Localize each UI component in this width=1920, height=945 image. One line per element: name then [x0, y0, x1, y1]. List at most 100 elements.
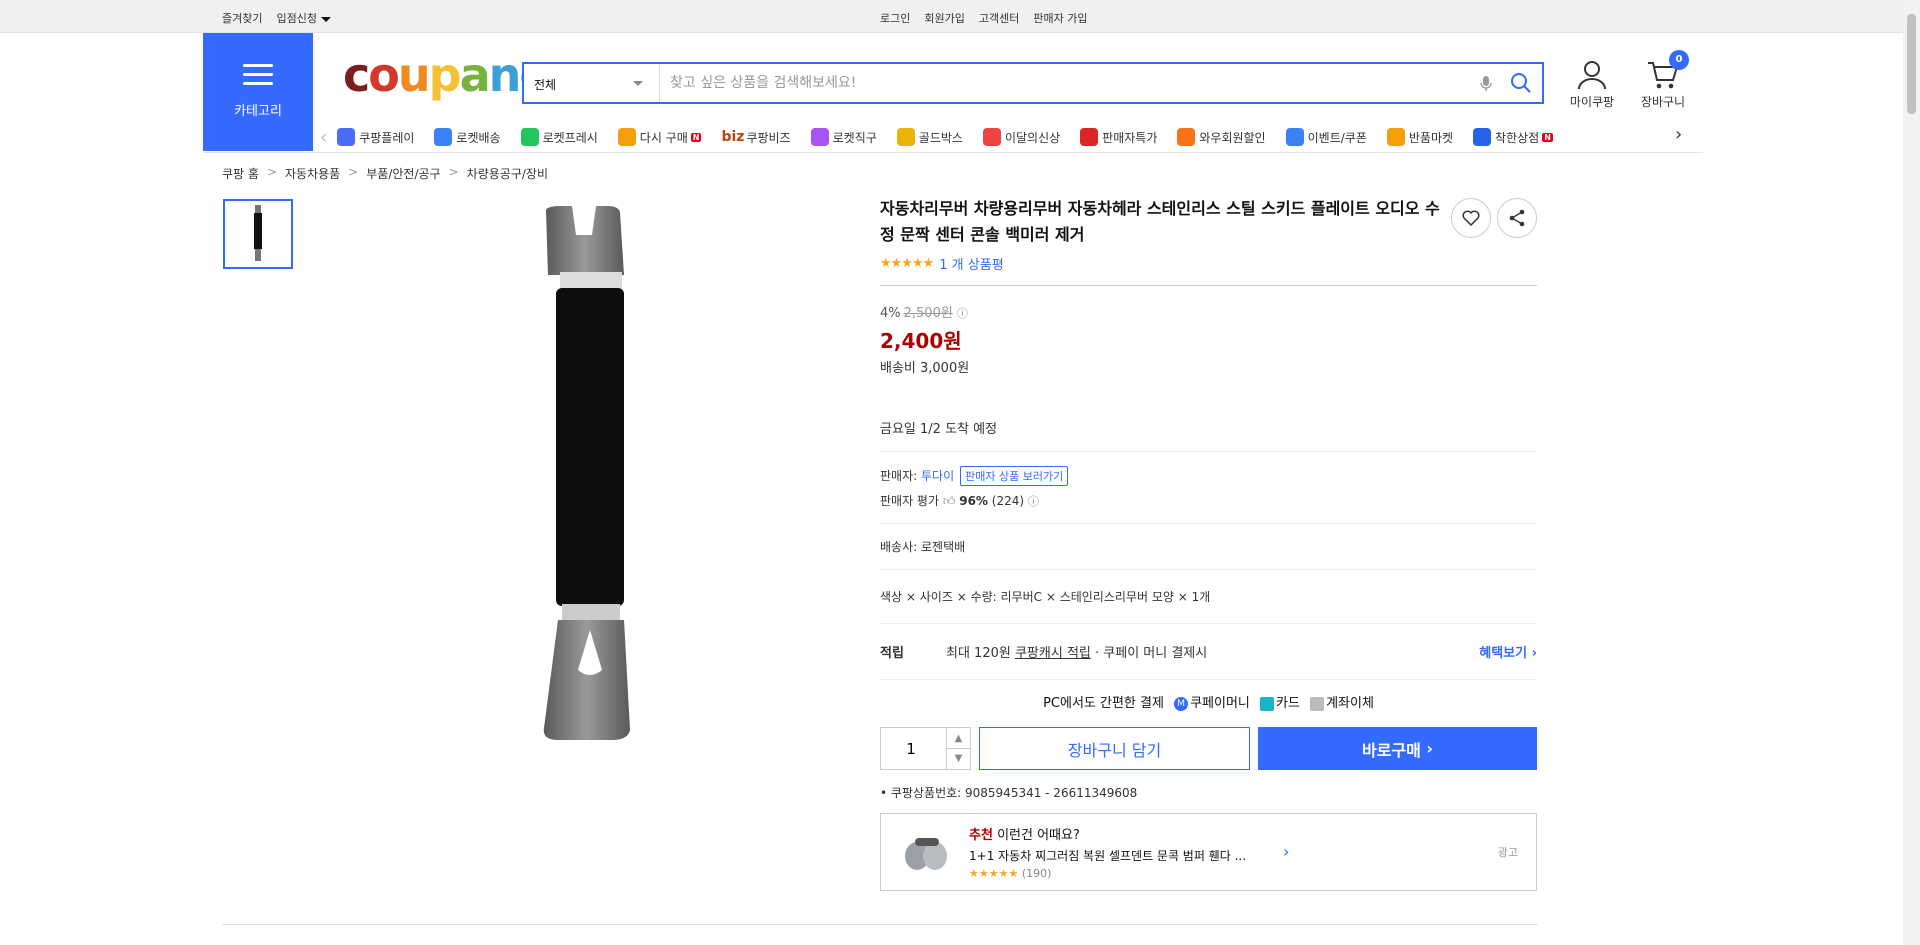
nav-item-icon	[1080, 128, 1099, 146]
nav-item[interactable]: 반품마켓	[1386, 128, 1453, 146]
page-scrollbar[interactable]	[1903, 0, 1920, 945]
nav-item[interactable]: biz 쿠팡비즈	[721, 129, 790, 146]
reco-head-highlight: 추천	[969, 828, 993, 843]
nav-item[interactable]: 쿠팡플레이	[337, 128, 414, 146]
category-label: 카테고리	[234, 104, 282, 119]
product-main-image	[520, 200, 655, 745]
breadcrumb-item[interactable]: 자동차용품	[285, 165, 340, 182]
cart-count-badge: 0	[1669, 50, 1689, 70]
courier-row: 배송사: 로젠택배	[880, 524, 1537, 570]
option-row[interactable]: 색상 × 사이즈 × 수량: 리무버C × 스테인리스리무버 모양 × 1개	[880, 570, 1537, 624]
hamburger-icon	[243, 64, 273, 86]
seller-name-link[interactable]: 투다이	[921, 469, 954, 483]
mycoupang-button[interactable]: 마이쿠팡	[1562, 60, 1622, 110]
login-link[interactable]: 로그인	[880, 10, 910, 26]
scrollbar-thumb[interactable]	[1907, 14, 1916, 114]
seller-rating-value: 96%	[959, 494, 988, 508]
add-to-cart-button[interactable]: 장바구니 담기	[979, 727, 1250, 770]
top-utility-bar: 즐겨찾기 입점신청 로그인 회원가입 고객센터 판매자 가입	[0, 0, 1920, 33]
benefit-more-label: 혜택보기	[1479, 646, 1528, 661]
product-thumbnail[interactable]	[223, 199, 293, 269]
reco-review-count: (190)	[1021, 867, 1052, 880]
nav-next-icon[interactable]: ›	[1675, 124, 1682, 145]
nav-item-label: 로켓직구	[832, 130, 877, 145]
breadcrumb-separator-icon: >	[448, 165, 459, 179]
nav-item-label: 쿠팡비즈	[746, 130, 791, 145]
nav-item[interactable]: 로켓직구	[810, 128, 877, 146]
nav-item-icon	[1177, 128, 1196, 146]
partner-label: 입점신청	[276, 12, 317, 25]
nav-item[interactable]: 착한상점 N	[1473, 128, 1553, 146]
mycoupang-label: 마이쿠팡	[1569, 95, 1615, 109]
product-title: 자동차리무버 차량용리무버 자동차헤라 스테인리스 스틸 스키드 플레이트 오디…	[880, 199, 1440, 244]
payment-card: 카드	[1276, 696, 1300, 711]
benefit-amount: 최대 120원	[946, 646, 1011, 661]
quantity-stepper: ▲ ▼	[880, 727, 971, 770]
courier-label: 배송사:	[880, 540, 918, 554]
customer-center-link[interactable]: 고객센터	[979, 10, 1019, 26]
share-button[interactable]	[1497, 198, 1537, 238]
nav-item-icon	[617, 128, 636, 146]
nav-item[interactable]: 판매자특가	[1080, 128, 1157, 146]
nav-item-icon	[1386, 128, 1405, 146]
quantity-down-icon[interactable]: ▼	[946, 748, 970, 769]
info-icon[interactable]: ⓘ	[957, 307, 968, 320]
seller-label: 판매자:	[880, 469, 918, 483]
nav-item-label: 로켓배송	[456, 130, 501, 145]
nav-item[interactable]: 이벤트/쿠폰	[1285, 128, 1367, 146]
payment-transfer: 계좌이체	[1326, 696, 1374, 711]
nav-item-icon	[810, 128, 829, 146]
nav-item-label: 이달의신상	[1004, 130, 1061, 145]
chevron-right-icon[interactable]: ›	[1283, 842, 1289, 861]
nav-item-icon	[1473, 128, 1492, 146]
partner-menu[interactable]: 입점신청	[276, 10, 331, 26]
category-button[interactable]: 카테고리	[203, 33, 313, 151]
quantity-input[interactable]	[881, 728, 941, 769]
breadcrumb-item[interactable]: 쿠팡 홈	[222, 165, 259, 182]
logo-letter: c	[343, 48, 370, 102]
search-input[interactable]	[670, 64, 1470, 102]
nav-item[interactable]: 골드박스	[896, 128, 963, 146]
breadcrumb-item[interactable]: 부품/안전/공구	[366, 165, 440, 182]
arrival-date: 금요일 1/2 도착 예정	[880, 422, 998, 437]
nav-item[interactable]: 로켓배송	[434, 128, 501, 146]
logo-letter: n	[488, 48, 522, 102]
search-icon[interactable]	[1510, 72, 1532, 98]
seller-products-link[interactable]: 판매자 상품 보러가기	[960, 466, 1069, 486]
section-divider	[222, 924, 1538, 925]
logo-letter: p	[428, 48, 462, 102]
recommendation-ad[interactable]: 추천 이런건 어때요? 1+1 자동차 찌그러짐 복원 셀프덴트 문콕 범퍼 휀…	[880, 813, 1537, 891]
breadcrumb-item[interactable]: 차량용공구/장비	[467, 165, 548, 182]
nav-item[interactable]: 와우회원할인	[1177, 128, 1266, 146]
signup-link[interactable]: 회원가입	[924, 10, 964, 26]
cart-button[interactable]: 0 장바구니	[1633, 50, 1693, 110]
nav-item[interactable]: 이달의신상	[982, 128, 1061, 146]
review-count-link[interactable]: 1 개 상품평	[939, 254, 1003, 273]
reco-product-name: 1+1 자동차 찌그러짐 복원 셀프덴트 문콕 범퍼 휀다 ...	[969, 849, 1247, 863]
caret-down-icon	[320, 16, 331, 22]
nav-prev-icon[interactable]: ‹	[320, 127, 327, 148]
nav-item-prefix: biz	[721, 129, 745, 145]
coupang-cash-link[interactable]: 쿠팡캐시 적립	[1015, 642, 1091, 661]
search-category-select[interactable]: 전체	[524, 64, 660, 102]
seller-signup-link[interactable]: 판매자 가입	[1033, 10, 1087, 26]
bookmark-link[interactable]: 즐겨찾기	[222, 10, 262, 26]
bank-icon	[1310, 696, 1325, 711]
coupay-icon: M	[1174, 696, 1189, 711]
favorite-button[interactable]	[1451, 198, 1491, 238]
quantity-up-icon[interactable]: ▲	[946, 728, 970, 749]
heart-icon	[1462, 210, 1480, 226]
microphone-icon[interactable]	[1480, 75, 1492, 97]
benefit-more-link[interactable]: 혜택보기 ›	[1479, 642, 1537, 661]
nav-item[interactable]: 로켓프레시	[520, 128, 598, 146]
nav-item-label: 다시 구매	[639, 130, 688, 145]
nav-item-icon	[337, 128, 356, 146]
reco-rating-stars: ★★★★★	[969, 867, 1019, 880]
nav-item-icon	[982, 128, 1001, 146]
breadcrumb-separator-icon: >	[266, 165, 277, 179]
nav-item-label: 이벤트/쿠폰	[1307, 130, 1367, 145]
coupang-logo[interactable]: coupang	[343, 52, 552, 98]
buy-now-button[interactable]: 바로구매 ›	[1258, 727, 1537, 770]
info-icon[interactable]: ⓘ	[1028, 495, 1039, 508]
nav-item[interactable]: 다시 구매 N	[617, 128, 702, 146]
